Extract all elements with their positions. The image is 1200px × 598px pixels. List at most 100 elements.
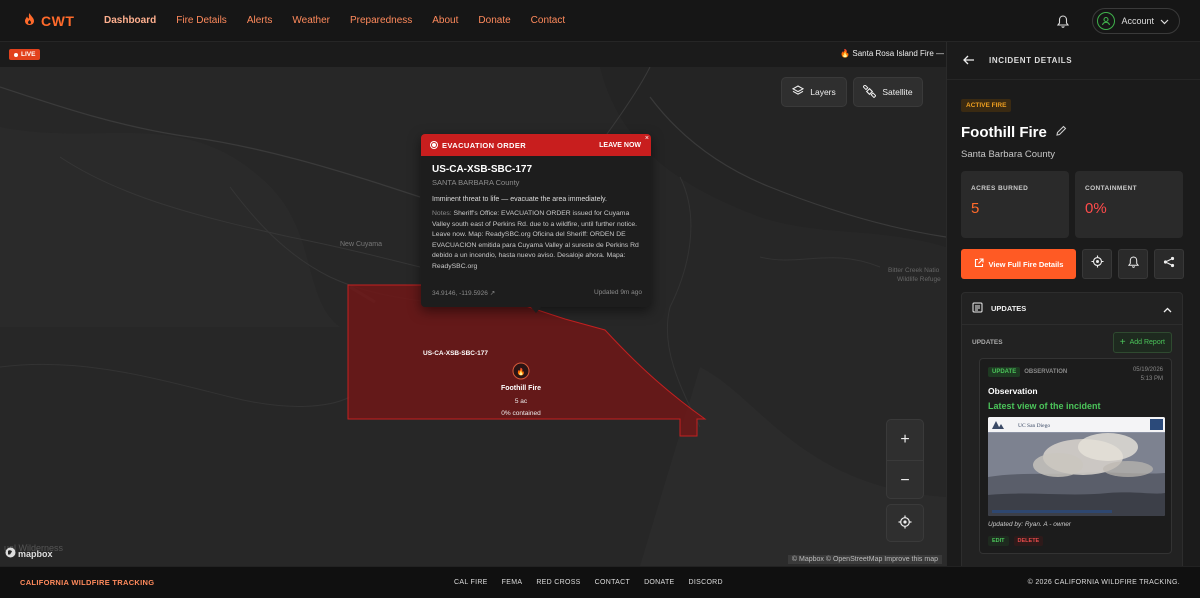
updates-header[interactable]: UPDATES [962,293,1182,325]
nav-alerts[interactable]: Alerts [247,15,273,26]
updates-title: UPDATES [972,302,1026,315]
fire-marker-name: Foothill Fire [501,385,541,392]
zoom-controls: + − [886,419,924,499]
share-button[interactable] [1154,249,1184,279]
external-link-icon [974,258,984,270]
close-icon[interactable]: × [645,135,649,142]
nav-right: Account [1050,8,1180,34]
chevron-down-icon [1160,12,1169,30]
subscribe-alerts-button[interactable] [1118,249,1148,279]
satellite-label: Satellite [882,87,913,97]
update-time: 5:13 PM [1140,376,1163,382]
satellite-button[interactable]: Satellite [853,77,923,107]
popup-title-text: EVACUATION ORDER [442,140,527,150]
fire-county: Santa Barbara County [961,149,1056,160]
nav-about[interactable]: About [432,15,458,26]
nav-donate[interactable]: Donate [478,15,510,26]
layers-label: Layers [810,87,836,97]
update-subtitle: Latest view of the incident [988,401,1101,411]
update-date: 05/19/2026 [1132,367,1163,373]
update-timestamp: 05/19/2026 5:13 PM [1133,366,1163,384]
nav-contact[interactable]: Contact [531,15,565,26]
nav-fire-details[interactable]: Fire Details [176,15,227,26]
popup-county: SANTA BARBARA County [432,178,520,187]
fire-marker-glyph: 🔥 [517,367,526,376]
locate-button[interactable] [886,504,924,542]
fire-ticker[interactable]: 🔥 Santa Rosa Island Fire — [840,49,944,58]
footer-link-fema[interactable]: FEMA [502,579,523,586]
action-row: View Full Fire Details [961,249,1184,279]
evacuation-popup: EVACUATION ORDER LEAVE NOW × US-CA-XSB-S… [421,134,651,307]
account-label: Account [1121,16,1154,26]
mapbox-logo-text: mapbox [18,548,53,559]
update-author: Updated by: Ryan. A - owner [988,521,1071,528]
fire-marker-contained: 0% contained [501,410,541,417]
add-report-label: Add Report [1129,339,1165,346]
top-navigation: CWT Dashboard Fire Details Alerts Weathe… [0,0,1200,42]
updates-subheading: UPDATES [972,339,1003,346]
nav-weather[interactable]: Weather [292,15,330,26]
popup-title: EVACUATION ORDER [431,141,526,150]
alert-dot-icon [431,142,437,148]
map-attribution[interactable]: © Mapbox © OpenStreetMap Improve this ma… [787,555,942,564]
live-ticker-bar: LIVE 🔥 Santa Rosa Island Fire — [0,42,946,67]
containment-value: 0% [1085,200,1107,217]
popup-footer: 34.9146, -119.5926 ↗ Updated 9m ago [432,289,642,297]
updates-title-text: UPDATES [991,304,1027,313]
nav-dashboard[interactable]: Dashboard [104,15,156,26]
footer-link-cal-fire[interactable]: CAL FIRE [454,579,488,586]
locate-fire-button[interactable] [1082,249,1112,279]
notifications-bell-icon[interactable] [1050,8,1076,34]
live-label: LIVE [21,51,36,58]
view-full-details-button[interactable]: View Full Fire Details [961,249,1076,279]
layers-button[interactable]: Layers [781,77,847,107]
popup-notes: Notes: Sheriff's Office: EVACUATION ORDE… [432,209,640,272]
edit-button[interactable]: EDIT [988,536,1009,546]
user-avatar-icon [1097,12,1116,30]
share-icon [1163,255,1175,273]
update-title: Observation [988,386,1038,396]
containment-card: CONTAINMENT 0% [1075,171,1183,238]
satellite-icon [862,83,877,100]
footer-link-contact[interactable]: CONTACT [595,579,630,586]
layers-icon [792,85,805,99]
logo[interactable]: CWT [24,13,104,29]
account-button[interactable]: Account [1092,8,1180,34]
footer-link-donate[interactable]: DONATE [644,579,674,586]
observation-tag: OBSERVATION [1024,369,1068,375]
add-report-button[interactable]: + Add Report [1112,332,1172,353]
footer-link-red-cross[interactable]: RED CROSS [536,579,580,586]
footer: CALIFORNIA WILDFIRE TRACKING CAL FIRE FE… [0,566,1200,598]
back-arrow-icon[interactable] [963,54,975,68]
leave-now-label: LEAVE NOW [599,141,641,149]
chevron-up-icon[interactable] [1163,300,1172,318]
update-tag: UPDATE [988,367,1021,377]
place-label: New Cuyama [340,241,382,248]
notes-label: Notes: [432,210,452,217]
update-actions: EDIT DELETE [988,536,1044,546]
flame-icon [24,13,35,28]
updates-subheader: UPDATES + Add Report [962,325,1182,353]
delete-button[interactable]: DELETE [1013,536,1044,546]
popup-updated: Updated 9m ago [593,289,642,296]
popup-coordinates[interactable]: 34.9146, -119.5926 ↗ [432,289,495,297]
nav-preparedness[interactable]: Preparedness [350,15,412,26]
crosshair-icon [898,515,912,531]
camera-label: UC San Diego [1018,423,1050,429]
acres-value: 5 [971,200,980,217]
live-badge: LIVE [9,49,41,60]
footer-links: CAL FIRE FEMA RED CROSS CONTACT DONATE D… [454,579,723,586]
incident-camera-image[interactable]: UC San Diego [988,417,1165,516]
zoom-in-button[interactable]: + [887,420,923,460]
mapbox-logo[interactable]: mapbox [5,547,53,560]
zone-label: US-CA-XSB-SBC-177 [423,350,488,357]
edit-pencil-icon[interactable] [1055,124,1067,141]
document-icon [972,302,983,315]
acres-label: ACRES BURNED [971,185,1029,192]
view-full-details-label: View Full Fire Details [988,259,1064,269]
popup-header: EVACUATION ORDER LEAVE NOW [421,134,651,156]
incident-details-panel: INCIDENT DETAILS ACTIVE FIRE Foothill Fi… [946,42,1200,566]
footer-link-discord[interactable]: DISCORD [689,579,723,586]
logo-text: CWT [41,12,75,29]
zoom-out-button[interactable]: − [887,461,923,501]
